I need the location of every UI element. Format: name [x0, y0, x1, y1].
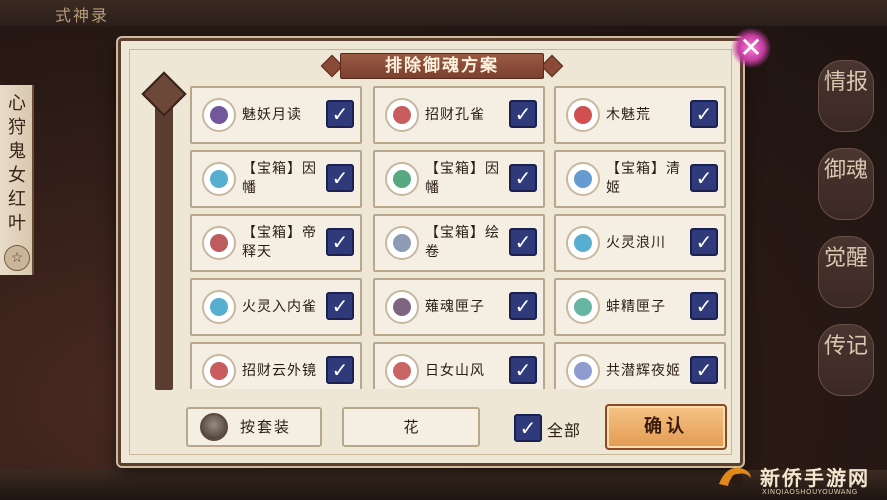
header-title: 式神录 — [55, 6, 110, 25]
soul-card-label: 日女山风 — [425, 362, 485, 379]
checkbox[interactable]: ✓ — [690, 100, 718, 128]
checkbox[interactable]: ✓ — [509, 100, 537, 128]
shikigami-avatar-icon — [202, 354, 236, 388]
soul-card-label: 【宝箱】绘卷 — [425, 225, 500, 260]
soul-card-label: 蚌精匣子 — [606, 298, 666, 315]
checkbox[interactable]: ✓ — [509, 228, 537, 256]
soul-card[interactable]: 蚌精匣子 ✓ — [554, 278, 726, 336]
watermark: 新侨手游网 XINQIAOSHOUYOUWANG — [716, 460, 886, 500]
banner-right-ornament — [540, 54, 564, 78]
tab-biography[interactable]: 传记 — [818, 324, 874, 396]
shikigami-avatar-icon — [385, 354, 419, 388]
shikigami-avatar-icon — [566, 354, 600, 388]
soul-card[interactable]: 魅妖月读 ✓ — [190, 86, 362, 144]
watermark-text: 新侨手游网 — [760, 466, 870, 490]
character-name: 心狩鬼女红叶 — [8, 93, 26, 234]
confirm-button[interactable]: 确认 — [605, 404, 727, 450]
shikigami-avatar-icon — [202, 290, 236, 324]
soul-card[interactable]: 【宝箱】清姬 ✓ — [554, 150, 726, 208]
checkbox[interactable]: ✓ — [690, 356, 718, 384]
close-button[interactable]: ✕ — [731, 28, 771, 68]
soul-card[interactable]: 【宝箱】因幡 ✓ — [373, 150, 545, 208]
shikigami-avatar-icon — [566, 226, 600, 260]
soul-card-label: 魅妖月读 — [242, 106, 302, 123]
soul-card-label: 【宝箱】清姬 — [606, 161, 681, 196]
watermark-logo-icon — [719, 467, 751, 486]
select-all-checkbox[interactable]: ✓ — [514, 414, 542, 442]
soul-card[interactable]: 招财云外镜 ✓ — [190, 342, 362, 389]
soul-card[interactable]: 木魅荒 ✓ — [554, 86, 726, 144]
checkbox[interactable]: ✓ — [326, 228, 354, 256]
soul-card[interactable]: 火灵浪川 ✓ — [554, 214, 726, 272]
checkbox[interactable]: ✓ — [690, 228, 718, 256]
soul-card-label: 薙魂匣子 — [425, 298, 485, 315]
checkbox[interactable]: ✓ — [326, 100, 354, 128]
checkbox[interactable]: ✓ — [690, 292, 718, 320]
shikigami-avatar-icon — [385, 98, 419, 132]
watermark-subtext: XINQIAOSHOUYOUWANG — [762, 488, 858, 496]
soul-card[interactable]: 【宝箱】因幡 ✓ — [190, 150, 362, 208]
checkbox[interactable]: ✓ — [326, 164, 354, 192]
select-all-label: 全部 — [547, 421, 582, 440]
tab-awaken[interactable]: 觉醒 — [818, 236, 874, 308]
checkbox[interactable]: ✓ — [326, 356, 354, 384]
top-bar: 式神录 — [0, 0, 887, 26]
shikigami-avatar-icon — [202, 162, 236, 196]
scrollbar-track[interactable] — [155, 82, 173, 390]
soul-card-label: 共潜辉夜姬 — [606, 362, 681, 379]
tab-soul[interactable]: 御魂 — [818, 148, 874, 220]
soul-card[interactable]: 【宝箱】帝释天 ✓ — [190, 214, 362, 272]
soul-card-label: 火灵浪川 — [606, 234, 666, 251]
soul-plan-grid: 魅妖月读 ✓ 招财孔雀 ✓ 木魅荒 ✓ 【宝箱】因幡 ✓ 【宝箱】因幡 ✓ 【宝… — [190, 86, 728, 389]
soul-card[interactable]: 【宝箱】绘卷 ✓ — [373, 214, 545, 272]
soul-card-label: 【宝箱】帝释天 — [242, 225, 317, 260]
star-button[interactable]: ☆ — [4, 245, 30, 271]
shikigami-avatar-icon — [385, 226, 419, 260]
shikigami-avatar-icon — [385, 290, 419, 324]
shikigami-avatar-icon — [566, 290, 600, 324]
dialog-title-banner: 排除御魂方案 — [320, 53, 564, 79]
checkbox[interactable]: ✓ — [326, 292, 354, 320]
shikigami-avatar-icon — [202, 226, 236, 260]
soul-card-label: 招财孔雀 — [425, 106, 485, 123]
soul-card-label: 【宝箱】因幡 — [242, 161, 317, 196]
by-set-button[interactable]: 按套装 — [186, 407, 322, 447]
soul-card[interactable]: 日女山风 ✓ — [373, 342, 545, 389]
soul-card[interactable]: 火灵入内雀 ✓ — [190, 278, 362, 336]
soul-card-label: 招财云外镜 — [242, 362, 317, 379]
soul-card[interactable]: 共潜辉夜姬 ✓ — [554, 342, 726, 389]
shikigami-avatar-icon — [202, 98, 236, 132]
by-set-label: 按套装 — [240, 418, 292, 436]
mask-icon — [200, 413, 228, 441]
soul-card-label: 木魅荒 — [606, 106, 651, 123]
tab-info[interactable]: 情报 — [818, 60, 874, 132]
soul-card-label: 火灵入内雀 — [242, 298, 317, 315]
checkbox[interactable]: ✓ — [509, 356, 537, 384]
soul-card[interactable]: 招财孔雀 ✓ — [373, 86, 545, 144]
set-filter-select[interactable]: 花 — [342, 407, 480, 447]
soul-card[interactable]: 薙魂匣子 ✓ — [373, 278, 545, 336]
soul-card-label: 【宝箱】因幡 — [425, 161, 500, 196]
shikigami-avatar-icon — [385, 162, 419, 196]
shikigami-avatar-icon — [566, 98, 600, 132]
checkbox[interactable]: ✓ — [509, 292, 537, 320]
close-icon: ✕ — [739, 31, 763, 64]
checkbox[interactable]: ✓ — [509, 164, 537, 192]
shikigami-avatar-icon — [566, 162, 600, 196]
dialog-title: 排除御魂方案 — [385, 56, 499, 76]
checkbox[interactable]: ✓ — [690, 164, 718, 192]
